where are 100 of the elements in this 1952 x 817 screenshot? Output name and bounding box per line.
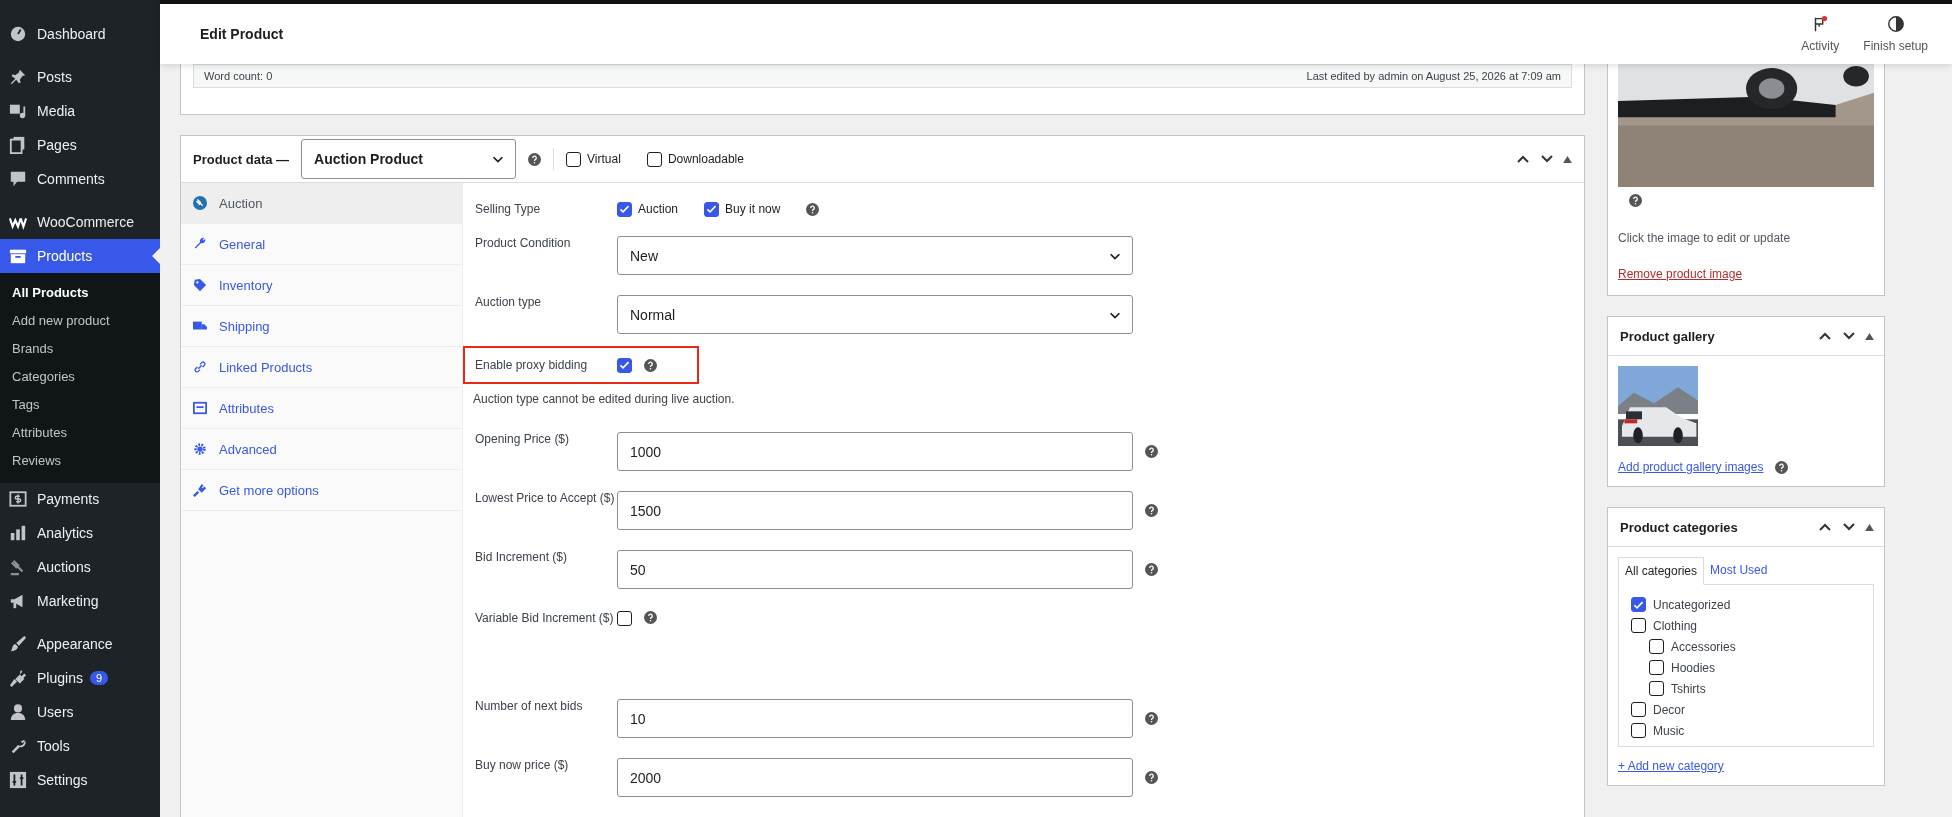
menu-item[interactable]: Media <box>0 94 160 128</box>
input-field[interactable]: 50 <box>617 550 1133 589</box>
menu-item[interactable]: Dashboard <box>0 17 160 51</box>
checkbox[interactable] <box>1631 597 1646 612</box>
submenu-item[interactable]: All Products <box>0 279 160 307</box>
option-label: Auction <box>638 202 679 216</box>
category-tab[interactable]: Most Used <box>1704 557 1774 584</box>
panel-title: Product data — <box>193 151 290 167</box>
checkbox[interactable] <box>617 611 632 626</box>
word-count: Word count: 0 <box>204 70 273 82</box>
category-label: Accessories <box>1671 639 1736 654</box>
menu-item[interactable]: Auctions <box>0 550 160 584</box>
plug-icon <box>9 669 27 687</box>
menu-item[interactable]: Appearance <box>0 627 160 661</box>
checkbox[interactable] <box>1631 702 1646 717</box>
checkbox[interactable] <box>1649 660 1664 675</box>
header-action[interactable]: Activity <box>1801 15 1840 53</box>
panel-tab[interactable]: Inventory <box>181 265 462 306</box>
input-field[interactable]: 1000 <box>617 432 1133 471</box>
menu-item[interactable]: Plugins 9 <box>0 661 160 695</box>
input-field[interactable]: 2000 <box>617 758 1133 797</box>
wrench-icon <box>193 237 207 251</box>
help-icon[interactable] <box>1145 504 1158 517</box>
panel-tab[interactable]: General <box>181 224 462 265</box>
select-field[interactable]: New <box>617 236 1133 275</box>
last-edited-note: Last edited by admin on August 25, 2026 at 7:09 am <box>1306 70 1561 82</box>
submenu-item[interactable]: Tags <box>0 391 160 419</box>
checkbox[interactable] <box>704 201 720 217</box>
menu-item[interactable]: Products <box>0 239 160 273</box>
checkbox[interactable] <box>646 151 662 167</box>
product-type-select[interactable]: Auction Product <box>301 139 517 179</box>
collapse-icon[interactable] <box>1865 332 1874 340</box>
panel-tab[interactable]: Get more options <box>181 470 462 511</box>
help-icon[interactable] <box>1145 771 1158 784</box>
option-label: Virtual <box>587 152 621 166</box>
panel-tab[interactable]: Attributes <box>181 388 462 429</box>
submenu-item[interactable]: Categories <box>0 363 160 391</box>
collapse-icon[interactable] <box>1563 155 1572 163</box>
field-label: Number of next bids <box>474 698 584 713</box>
input-field[interactable]: 1500 <box>617 491 1133 530</box>
header-action[interactable]: Finish setup <box>1863 15 1928 53</box>
help-icon[interactable] <box>806 202 820 216</box>
help-icon[interactable] <box>1145 563 1158 576</box>
wrench-icon <box>9 737 27 755</box>
menu-item[interactable]: Marketing <box>0 584 160 618</box>
help-icon[interactable] <box>1145 712 1158 725</box>
panel-tab[interactable]: Shipping <box>181 306 462 347</box>
help-icon[interactable] <box>1629 194 1642 207</box>
menu-item[interactable]: Users <box>0 695 160 729</box>
input-field[interactable]: 10 <box>617 699 1133 738</box>
field-label: Opening Price ($) <box>474 431 571 446</box>
menu-item[interactable]: Payments <box>0 482 160 516</box>
pages-icon <box>9 136 27 154</box>
submenu-item[interactable]: Brands <box>0 335 160 363</box>
checkbox[interactable] <box>566 151 582 167</box>
category-label: Hoodies <box>1671 660 1716 675</box>
panel-title: Product categories <box>1620 519 1738 535</box>
hint-text: Click the image to edit or update <box>1618 231 1792 245</box>
help-icon[interactable] <box>528 152 542 166</box>
panel-tab[interactable]: Auction <box>181 183 462 224</box>
checkbox[interactable] <box>1631 723 1646 738</box>
checkbox[interactable] <box>1649 639 1664 654</box>
panel-tab[interactable]: Linked Products <box>181 347 462 388</box>
field-label: Variable Bid Increment ($) <box>474 611 615 625</box>
help-icon[interactable] <box>1775 460 1789 474</box>
panel-title: Product gallery <box>1620 328 1715 344</box>
checkbox[interactable] <box>1631 618 1646 633</box>
checkbox[interactable] <box>1649 681 1664 696</box>
menu-item[interactable]: Settings <box>0 763 160 797</box>
menu-item[interactable]: Pages <box>0 128 160 162</box>
add-category-link[interactable]: + Add new category <box>1618 759 1874 773</box>
submenu-item[interactable]: Add new product <box>0 307 160 335</box>
media-icon <box>9 102 27 120</box>
menu-item[interactable]: Comments <box>0 162 160 196</box>
help-icon[interactable] <box>644 358 657 372</box>
bars-icon <box>9 524 27 542</box>
checkbox[interactable] <box>617 201 632 217</box>
field-label: Product Condition <box>474 235 572 250</box>
add-gallery-link[interactable]: Add product gallery images <box>1618 460 1764 474</box>
panel-tab[interactable]: Advanced <box>181 429 462 470</box>
user-icon <box>9 703 27 721</box>
menu-item[interactable]: WooCommerce <box>0 205 160 239</box>
select-field[interactable]: Normal <box>617 295 1133 334</box>
collapse-icon[interactable] <box>1865 523 1874 531</box>
help-icon[interactable] <box>1145 445 1158 458</box>
category-tab[interactable]: All categories <box>1618 557 1705 585</box>
category-label: Tshirts <box>1671 681 1706 696</box>
submenu-item[interactable]: Attributes <box>0 419 160 447</box>
box-icon <box>9 247 27 265</box>
menu-item[interactable]: Posts <box>0 60 160 94</box>
menu-item[interactable]: Tools <box>0 729 160 763</box>
truck-icon <box>193 319 207 333</box>
list-icon <box>193 401 207 415</box>
menu-item[interactable]: Analytics <box>0 516 160 550</box>
remove-image-link[interactable]: Remove product image <box>1618 267 1874 281</box>
checkbox[interactable] <box>617 357 632 373</box>
submenu-item[interactable]: Reviews <box>0 447 160 475</box>
field-label: Lowest Price to Accept ($) <box>474 490 616 505</box>
half-circle-icon <box>1886 15 1905 33</box>
help-icon[interactable] <box>644 611 657 624</box>
